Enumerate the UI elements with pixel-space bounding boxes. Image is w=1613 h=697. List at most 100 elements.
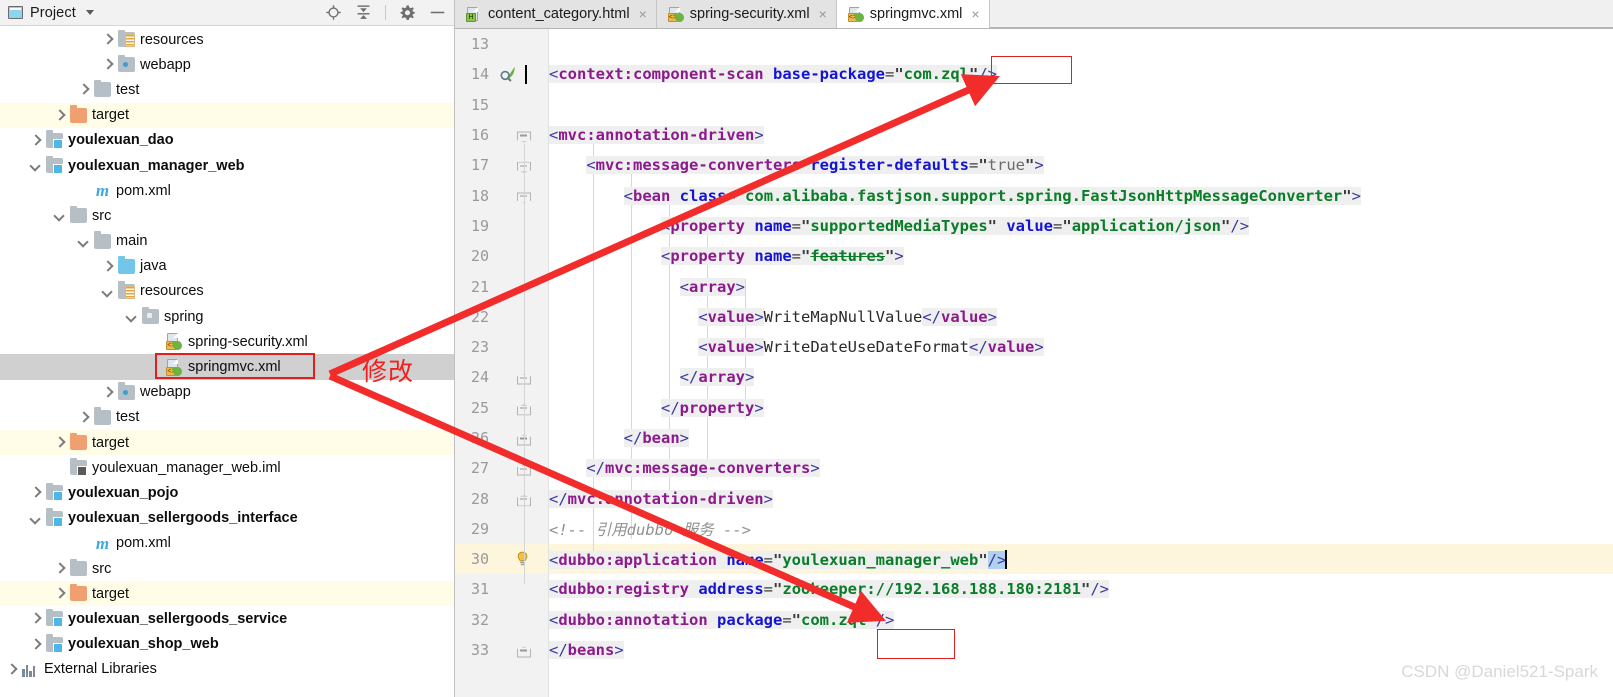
tree-item-webapp[interactable]: webapp <box>0 52 454 77</box>
code-text-area[interactable]: <context:component-scan base-package="co… <box>525 29 1613 697</box>
gutter-line-24[interactable]: 24 <box>455 362 548 392</box>
close-icon[interactable]: × <box>639 7 647 21</box>
code-fold-toggle[interactable] <box>517 644 530 657</box>
chevron-right-icon[interactable] <box>54 110 65 121</box>
tree-item-test[interactable]: test <box>0 405 454 430</box>
tree-item-src[interactable]: src <box>0 556 454 581</box>
intention-bulb-icon[interactable] <box>515 551 530 567</box>
tree-item-java[interactable]: java <box>0 254 454 279</box>
code-line-28[interactable]: </mvc:annotation-driven> <box>549 483 1613 513</box>
code-line-22[interactable]: <value>WriteMapNullValue</value> <box>549 302 1613 332</box>
project-title-group[interactable]: Project <box>8 5 94 21</box>
gutter-line-15[interactable]: 15 <box>455 90 548 120</box>
code-line-19[interactable]: <property name="supportedMediaTypes" val… <box>549 211 1613 241</box>
locate-target-icon[interactable] <box>325 4 342 21</box>
tree-item-youlexuan-sellergoods-service[interactable]: youlexuan_sellergoods_service <box>0 606 454 631</box>
tree-item-target[interactable]: target <box>0 581 454 607</box>
tree-item-youlexuan-sellergoods-interface[interactable]: youlexuan_sellergoods_interface <box>0 506 454 531</box>
chevron-down-icon[interactable] <box>30 160 41 171</box>
chevron-down-icon[interactable] <box>30 513 41 524</box>
code-line-15[interactable] <box>549 90 1613 120</box>
editor-tab-springmvc-xml[interactable]: <> springmvc.xml × <box>836 0 990 28</box>
chevron-down-icon[interactable] <box>78 236 89 247</box>
close-icon[interactable]: × <box>971 7 979 21</box>
tree-item-target[interactable]: target <box>0 102 454 128</box>
code-line-33[interactable]: </beans> <box>549 635 1613 665</box>
tree-item-resources[interactable]: resources <box>0 279 454 304</box>
code-line-23[interactable]: <value>WriteDateUseDateFormat</value> <box>549 332 1613 362</box>
gutter-line-14[interactable]: 14 <box>455 59 548 89</box>
tree-item-main[interactable]: main <box>0 229 454 254</box>
tree-item-spring-security-xml[interactable]: <> spring-security.xml <box>0 329 454 354</box>
code-line-29[interactable]: <!-- 引用dubbo 服务 --> <box>549 514 1613 544</box>
chevron-right-icon[interactable] <box>30 613 41 624</box>
gutter-line-28[interactable]: 28 <box>455 483 548 513</box>
gutter-line-33[interactable]: 33 <box>455 635 548 665</box>
editor-gutter[interactable]: 13 14 15 16 17 18 19 20 21 22 23 24 25 26 27 28 29 30 31 32… <box>455 29 549 697</box>
gutter-line-23[interactable]: 23 <box>455 332 548 362</box>
tree-item-pom-xml[interactable]: m pom.xml <box>0 531 454 556</box>
chevron-down-icon[interactable] <box>54 210 65 221</box>
code-line-25[interactable]: </property> <box>549 393 1613 423</box>
minimize-icon[interactable] <box>429 4 446 21</box>
gutter-line-32[interactable]: 32 <box>455 605 548 635</box>
gutter-line-25[interactable]: 25 <box>455 393 548 423</box>
tree-item-spring[interactable]: spring <box>0 304 454 329</box>
gutter-line-20[interactable]: 20 <box>455 241 548 271</box>
gutter-line-21[interactable]: 21 <box>455 271 548 301</box>
chevron-down-icon[interactable] <box>126 311 137 322</box>
spring-bean-icon[interactable] <box>499 66 516 83</box>
chevron-right-icon[interactable] <box>102 59 113 70</box>
gutter-line-29[interactable]: 29 <box>455 514 548 544</box>
code-line-18[interactable]: <bean class="com.alibaba.fastjson.suppor… <box>549 180 1613 210</box>
code-line-31[interactable]: <dubbo:registry address="zookeeper://192… <box>549 574 1613 604</box>
chevron-down-icon[interactable] <box>85 10 94 15</box>
tree-item-src[interactable]: src <box>0 203 454 228</box>
gear-icon[interactable] <box>399 4 416 21</box>
chevron-down-icon[interactable] <box>102 286 113 297</box>
tree-item-youlexuan-dao[interactable]: youlexuan_dao <box>0 128 454 153</box>
editor-tab-spring-security-xml[interactable]: <> spring-security.xml × <box>656 0 837 28</box>
tree-item-youlexuan-manager-web[interactable]: youlexuan_manager_web <box>0 153 454 178</box>
chevron-right-icon[interactable] <box>54 588 65 599</box>
code-line-27[interactable]: </mvc:message-converters> <box>549 453 1613 483</box>
chevron-right-icon[interactable] <box>30 487 41 498</box>
code-line-32[interactable]: <dubbo:annotation package="com.zql"/> <box>549 605 1613 635</box>
chevron-right-icon[interactable] <box>78 412 89 423</box>
gutter-line-26[interactable]: 26 <box>455 423 548 453</box>
code-line-16[interactable]: <mvc:annotation-driven> <box>549 120 1613 150</box>
chevron-right-icon[interactable] <box>30 135 41 146</box>
tree-item-test[interactable]: test <box>0 77 454 102</box>
code-line-17[interactable]: <mvc:message-converters register-default… <box>549 150 1613 180</box>
chevron-right-icon[interactable] <box>54 563 65 574</box>
chevron-right-icon[interactable] <box>102 34 113 45</box>
gutter-line-13[interactable]: 13 <box>455 29 548 59</box>
code-editor[interactable]: 13 14 15 16 17 18 19 20 21 22 23 24 25 26 27 28 29 30 31 32… <box>455 29 1613 697</box>
gutter-line-22[interactable]: 22 <box>455 302 548 332</box>
gutter-line-19[interactable]: 19 <box>455 211 548 241</box>
gutter-line-18[interactable]: 18 <box>455 180 548 210</box>
tree-item-pom-xml[interactable]: m pom.xml <box>0 178 454 203</box>
gutter-line-16[interactable]: 16 <box>455 120 548 150</box>
tree-item-youlexuan-manager-web-iml[interactable]: youlexuan_manager_web.iml <box>0 455 454 480</box>
code-line-14[interactable]: <context:component-scan base-package="co… <box>525 59 1613 89</box>
tree-item-target[interactable]: target <box>0 430 454 456</box>
close-icon[interactable]: × <box>819 7 827 21</box>
chevron-right-icon[interactable] <box>54 437 65 448</box>
code-line-13[interactable] <box>549 29 1613 59</box>
code-line-30[interactable]: <dubbo:application name="youlexuan_manag… <box>549 544 1613 575</box>
code-line-20[interactable]: <property name="features"> <box>549 241 1613 271</box>
code-line-26[interactable]: </bean> <box>549 423 1613 453</box>
chevron-right-icon[interactable] <box>102 387 113 398</box>
code-fold-toggle[interactable] <box>517 129 530 142</box>
tree-item-resources[interactable]: resources <box>0 27 454 52</box>
gutter-line-27[interactable]: 27 <box>455 453 548 483</box>
editor-tab-content-category-html[interactable]: Hcontent_category.html × <box>455 0 657 28</box>
code-line-24[interactable]: </array> <box>549 362 1613 392</box>
code-line-21[interactable]: <array> <box>549 271 1613 301</box>
chevron-right-icon[interactable] <box>6 664 17 675</box>
tree-item-external-libraries[interactable]: External Libraries <box>0 657 454 682</box>
gutter-line-30[interactable]: 30 <box>455 544 548 575</box>
chevron-right-icon[interactable] <box>102 261 113 272</box>
collapse-all-icon[interactable] <box>355 4 372 21</box>
